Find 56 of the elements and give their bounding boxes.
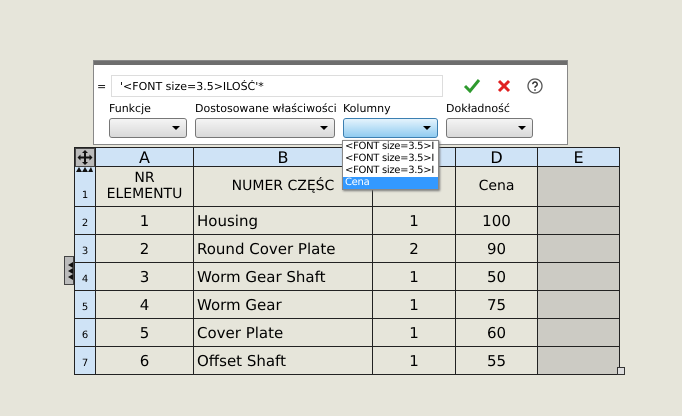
row-header[interactable]: 6 — [75, 318, 95, 346]
dropdown-label: Dokładność — [446, 102, 511, 115]
row-header[interactable]: 7 — [75, 346, 95, 374]
table-cell: Worm Gear — [193, 290, 372, 318]
caret-icon — [518, 126, 526, 130]
row-header[interactable]: 4 — [75, 262, 95, 290]
table-cell: 3 — [95, 262, 193, 290]
help-icon[interactable] — [527, 78, 543, 94]
table-cell: Worm Gear Shaft — [193, 262, 372, 290]
dropdown-label: Dostosowane właściwości — [195, 102, 335, 115]
checkmark-icon[interactable] — [463, 78, 481, 94]
table-cell: 75 — [455, 290, 537, 318]
table-cell: 2 — [95, 234, 193, 262]
collapse-arrows-icon[interactable] — [75, 167, 93, 172]
dropdown[interactable] — [109, 118, 187, 138]
caret-icon — [423, 126, 431, 130]
table-cell: 50 — [455, 262, 537, 290]
dropdown-label: Kolumny — [343, 102, 392, 115]
table-cell: 6 — [95, 346, 193, 374]
row-header[interactable]: 2 — [75, 206, 95, 234]
equals-sign: = — [96, 80, 108, 92]
table-cell: 1 — [372, 346, 455, 374]
caret-icon — [172, 126, 180, 130]
dropdown[interactable] — [446, 118, 533, 138]
caret-icon — [320, 126, 328, 130]
column-header[interactable]: D — [455, 148, 537, 167]
table-cell: 1 — [372, 318, 455, 346]
side-tab-icon[interactable] — [64, 256, 74, 285]
dropdown[interactable] — [343, 118, 438, 138]
table-cell: 55 — [455, 346, 537, 374]
column-header[interactable]: A — [95, 148, 193, 167]
table-cell: 4 — [95, 290, 193, 318]
move-handle-icon[interactable] — [75, 148, 95, 167]
formula-field[interactable]: '<FONT size=3.5>ILOŚĆ'* — [111, 75, 443, 97]
table-cell: 1 — [95, 206, 193, 234]
table-cell: Offset Shaft — [193, 346, 372, 374]
table-cell: 90 — [455, 234, 537, 262]
row-header[interactable]: 5 — [75, 290, 95, 318]
table-cell: Round Cover Plate — [193, 234, 372, 262]
row-header[interactable]: 3 — [75, 234, 95, 262]
table-cell: 5 — [95, 318, 193, 346]
table-cell: 2 — [372, 234, 455, 262]
dropdown-label: Funkcje — [109, 102, 152, 115]
close-icon[interactable] — [497, 79, 511, 93]
column-header[interactable]: E — [537, 148, 619, 167]
list-item[interactable]: <FONT size=3.5>I — [343, 165, 438, 177]
dropdown[interactable] — [195, 118, 335, 138]
resize-handle[interactable] — [617, 367, 625, 375]
table-cell: 1 — [372, 262, 455, 290]
table-cell: 100 — [455, 206, 537, 234]
table-cell: 1 — [372, 290, 455, 318]
row-header[interactable]: 1 — [75, 167, 95, 206]
table-cell: Housing — [193, 206, 372, 234]
table-cell: 60 — [455, 318, 537, 346]
table-cell: 1 — [372, 206, 455, 234]
table-cell: Cover Plate — [193, 318, 372, 346]
